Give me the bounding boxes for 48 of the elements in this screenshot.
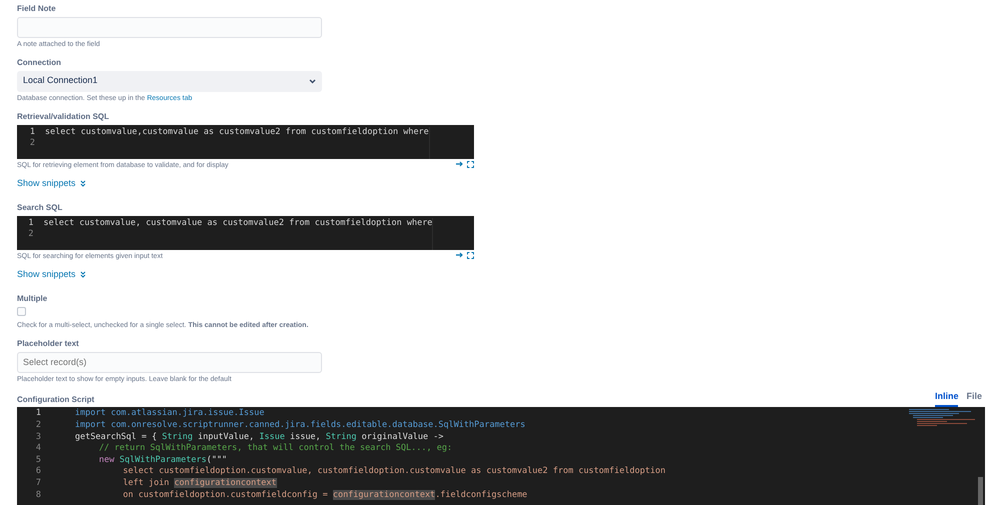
text-field[interactable] [17,16,322,38]
line-number: 6 [34,466,41,478]
line-number: 7 [34,478,41,490]
tab[interactable]: File [966,390,982,408]
double-chevron-down-icon [80,180,86,187]
code-line: import com.onresolve.scriptrunner.canned.jira.fields.editable.database.SqlWithParameters [75,420,526,430]
show-snippets-link[interactable]: Show snippets [17,268,86,280]
line-number: 2 [34,420,41,432]
fullscreen-icon[interactable] [467,160,474,168]
line-number: 1 [27,218,34,229]
minimap-drawing [909,408,975,426]
connection-select[interactable]: Local Connection1 [17,70,322,92]
code-line: select customvalue, customvalue as customvalue2 from customfieldoption where [44,218,432,229]
fullscreen-icon[interactable] [467,252,474,259]
text-field[interactable]: Select record(s) [17,352,322,373]
code-editor[interactable]: 1 2 select customvalue,customvalue as customvalue2 from customfieldoption where [17,124,474,159]
code-line: getSearchSql = { String inputValue, Issue issue, String originalValue -> [75,432,444,442]
arrow-right-icon[interactable] [456,252,463,258]
show-snippets-link[interactable]: Show snippets [17,178,86,189]
line-number: 8 [34,490,41,502]
line-number: 1 [28,126,35,138]
line-number: 1 [34,408,41,420]
line-number: 2 [27,228,34,240]
field-label: Field Note [17,4,57,14]
line-number: 5 [34,454,41,466]
arrow-right-icon[interactable] [456,161,463,168]
code-line: // return SqlWithParameters, that will control the search SQL..., eg: [99,443,452,454]
code-line: new SqlWithParameters(""" [99,454,227,465]
code-line: select customvalue,customvalue as customvalue2 from customfieldoption where [44,126,429,138]
line-number: 4 [34,443,41,455]
field-label: Retrieval/validation SQL [17,112,110,122]
code-line: on customfieldoption.customfieldconfig = configurationcontext.fieldconfigscheme [123,490,528,500]
code-editor[interactable] [17,407,985,505]
field-label: Connection [17,58,62,68]
field-label: Search SQL [17,202,64,213]
field-label: Multiple [17,294,48,304]
chevron-down-icon [309,78,316,84]
code-editor[interactable]: 1 2 select customvalue, customvalue as customvalue2 from customfieldoption where [17,216,474,250]
double-chevron-down-icon [80,270,86,278]
checkbox[interactable] [17,306,26,316]
code-line: left join configurationcontext [123,478,277,488]
line-number: 3 [34,432,41,444]
field-label: Placeholder text [17,338,80,349]
field-label: Configuration Script [17,394,94,404]
code-line: select customfieldoption.customvalue, customfieldoption.customvalue as customvalue2 from customfieldoption [123,466,666,476]
scrollbar-thumb[interactable] [978,477,983,505]
code-line: import com.atlassian.jira.issue.Issue [75,408,264,418]
line-number: 2 [28,138,35,149]
